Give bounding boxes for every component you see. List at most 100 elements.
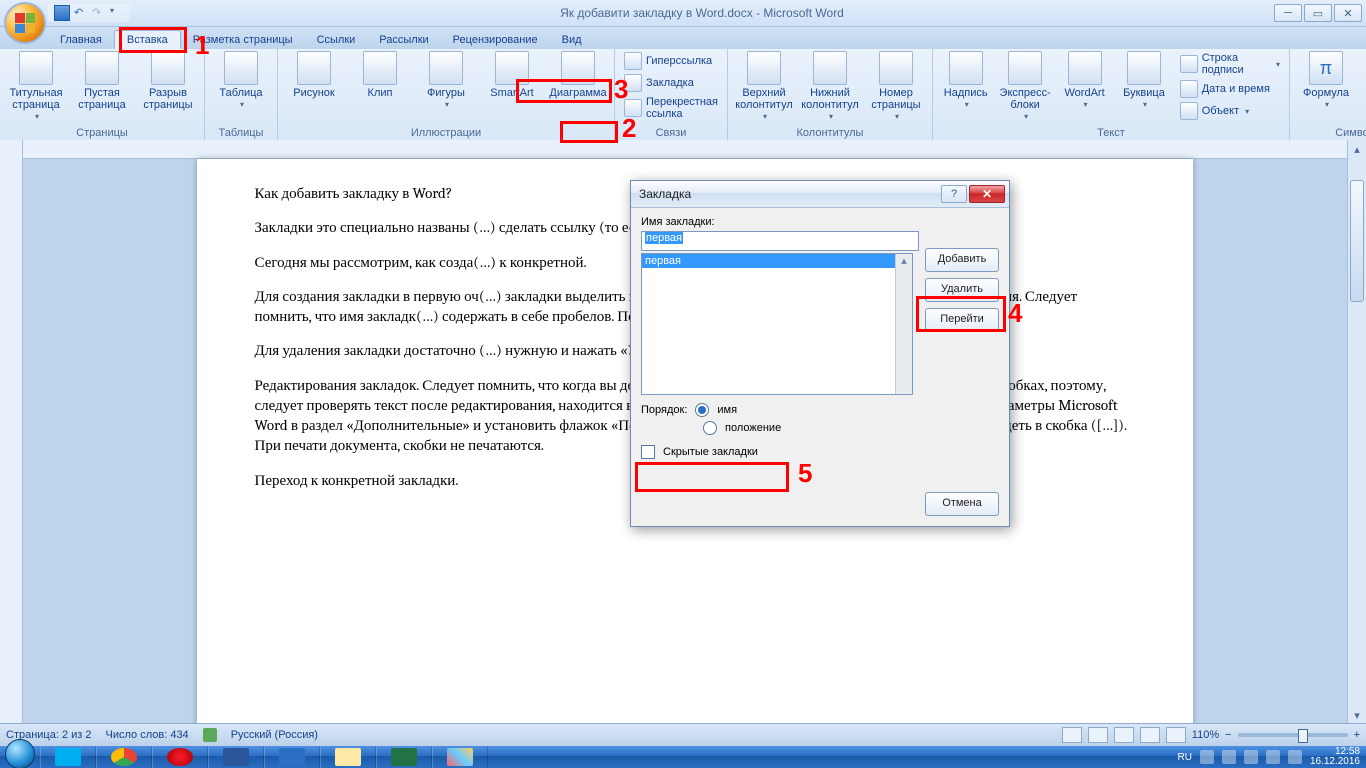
- view-outline-button[interactable]: [1140, 727, 1160, 743]
- group-tables: Таблица Таблицы: [205, 49, 278, 141]
- hidden-bookmarks-checkbox[interactable]: [641, 445, 655, 459]
- textbox-button[interactable]: Надпись: [939, 51, 992, 126]
- tray-network-icon[interactable]: [1222, 750, 1236, 764]
- tab-view[interactable]: Вид: [550, 31, 594, 49]
- blank-page-icon: [85, 51, 119, 85]
- chart-button[interactable]: Диаграмма: [548, 51, 608, 126]
- bookmark-list-item[interactable]: первая: [642, 254, 912, 268]
- page-break-button[interactable]: Разрыв страницы: [138, 51, 198, 126]
- tray-icon[interactable]: [1288, 750, 1302, 764]
- taskbar-opera[interactable]: [152, 746, 208, 768]
- bookmark-goto-button[interactable]: Перейти: [925, 308, 999, 332]
- view-web-button[interactable]: [1114, 727, 1134, 743]
- smartart-button[interactable]: SmartArt: [482, 51, 542, 126]
- tab-references[interactable]: Ссылки: [305, 31, 368, 49]
- object-button[interactable]: Объект: [1177, 101, 1283, 121]
- status-language[interactable]: Русский (Россия): [231, 729, 318, 741]
- bookmark-name-input[interactable]: первая: [641, 231, 919, 251]
- bookmark-listbox[interactable]: первая ▴: [641, 253, 913, 395]
- tab-review[interactable]: Рецензирование: [441, 31, 550, 49]
- shapes-button[interactable]: Фигуры: [416, 51, 476, 126]
- clipart-button[interactable]: Клип: [350, 51, 410, 126]
- bookmark-button[interactable]: Закладка: [621, 73, 721, 93]
- zoom-level[interactable]: 110%: [1192, 729, 1219, 741]
- page-number-button[interactable]: Номер страницы: [866, 51, 926, 126]
- dialog-help-button[interactable]: ?: [941, 185, 967, 203]
- picture-icon: [297, 51, 331, 85]
- tray-icon[interactable]: [1266, 750, 1280, 764]
- scroll-thumb[interactable]: [1350, 180, 1364, 302]
- listbox-scrollbar[interactable]: ▴: [895, 254, 912, 394]
- symbol-button[interactable]: ΩСимвол: [1362, 51, 1366, 126]
- view-print-layout-button[interactable]: [1062, 727, 1082, 743]
- dropcap-button[interactable]: Буквица: [1117, 51, 1170, 126]
- cover-page-icon: [19, 51, 53, 85]
- close-button[interactable]: ✕: [1334, 4, 1362, 22]
- signature-line-button[interactable]: Строка подписи: [1177, 51, 1283, 77]
- taskbar-excel[interactable]: [376, 746, 432, 768]
- taskbar: RU 12:5816.12.2016: [0, 746, 1366, 768]
- redo-icon[interactable]: ↷: [92, 6, 106, 20]
- office-button[interactable]: [4, 2, 46, 44]
- bookmark-cancel-button[interactable]: Отмена: [925, 492, 999, 516]
- tab-home[interactable]: Главная: [48, 31, 114, 49]
- scroll-down-icon[interactable]: ▾: [1348, 706, 1366, 724]
- table-button[interactable]: Таблица: [211, 51, 271, 126]
- zoom-out-button[interactable]: −: [1225, 729, 1231, 741]
- smartart-icon: [495, 51, 529, 85]
- footer-button[interactable]: Нижний колонтитул: [800, 51, 860, 126]
- group-header-footer: Верхний колонтитул Нижний колонтитул Ном…: [728, 49, 933, 141]
- scroll-up-icon[interactable]: ▴: [1348, 140, 1366, 158]
- datetime-button[interactable]: Дата и время: [1177, 79, 1283, 99]
- taskbar-word[interactable]: [208, 746, 264, 768]
- zoom-slider[interactable]: [1238, 733, 1348, 737]
- status-words[interactable]: Число слов: 434: [106, 729, 189, 741]
- blank-page-button[interactable]: Пустая страница: [72, 51, 132, 126]
- equation-button[interactable]: πФормула: [1296, 51, 1356, 126]
- save-icon[interactable]: [54, 5, 70, 21]
- order-position-radio[interactable]: [703, 421, 717, 435]
- maximize-button[interactable]: ▭: [1304, 4, 1332, 22]
- tab-insert[interactable]: Вставка: [114, 30, 181, 49]
- taskbar-save[interactable]: [264, 746, 320, 768]
- group-label-pages: Страницы: [6, 126, 198, 141]
- group-illustrations: Рисунок Клип Фигуры SmartArt Диаграмма И…: [278, 49, 615, 141]
- header-button[interactable]: Верхний колонтитул: [734, 51, 794, 126]
- view-fullscreen-button[interactable]: [1088, 727, 1108, 743]
- qat-dropdown-icon[interactable]: ▾: [110, 6, 124, 20]
- taskbar-chrome[interactable]: [96, 746, 152, 768]
- picture-button[interactable]: Рисунок: [284, 51, 344, 126]
- annotation-num-2: 2: [622, 113, 636, 144]
- view-draft-button[interactable]: [1166, 727, 1186, 743]
- bookmark-add-button[interactable]: Добавить: [925, 248, 999, 272]
- dialog-title: Закладка: [639, 187, 691, 201]
- zoom-in-button[interactable]: +: [1354, 729, 1360, 741]
- dialog-titlebar[interactable]: Закладка ? ✕: [631, 181, 1009, 208]
- hyperlink-button[interactable]: Гиперссылка: [621, 51, 721, 71]
- horizontal-ruler: [23, 140, 1366, 159]
- start-button[interactable]: [0, 746, 40, 768]
- undo-icon[interactable]: ↶: [74, 6, 88, 20]
- taskbar-paint[interactable]: [432, 746, 488, 768]
- minimize-button[interactable]: ─: [1274, 4, 1302, 22]
- order-name-radio[interactable]: [695, 403, 709, 417]
- quickparts-button[interactable]: Экспресс-блоки: [998, 51, 1051, 126]
- taskbar-skype[interactable]: [40, 746, 96, 768]
- tab-mailings[interactable]: Рассылки: [367, 31, 440, 49]
- dialog-close-button[interactable]: ✕: [969, 185, 1005, 203]
- quickparts-icon: [1008, 51, 1042, 85]
- tray-action-center-icon[interactable]: [1200, 750, 1214, 764]
- bookmark-delete-button[interactable]: Удалить: [925, 278, 999, 302]
- wordart-button[interactable]: WordArt: [1058, 51, 1111, 126]
- object-icon: [1180, 102, 1198, 120]
- tray-volume-icon[interactable]: [1244, 750, 1258, 764]
- tray-clock[interactable]: 12:5816.12.2016: [1310, 747, 1360, 767]
- tray-language[interactable]: RU: [1177, 752, 1191, 763]
- taskbar-explorer[interactable]: [320, 746, 376, 768]
- cover-page-button[interactable]: Титульная страница: [6, 51, 66, 126]
- wordart-icon: [1068, 51, 1102, 85]
- vertical-scrollbar[interactable]: ▴ ▾: [1347, 140, 1366, 724]
- zoom-thumb[interactable]: [1298, 729, 1308, 743]
- clipart-icon: [363, 51, 397, 85]
- proofing-icon[interactable]: [203, 728, 217, 742]
